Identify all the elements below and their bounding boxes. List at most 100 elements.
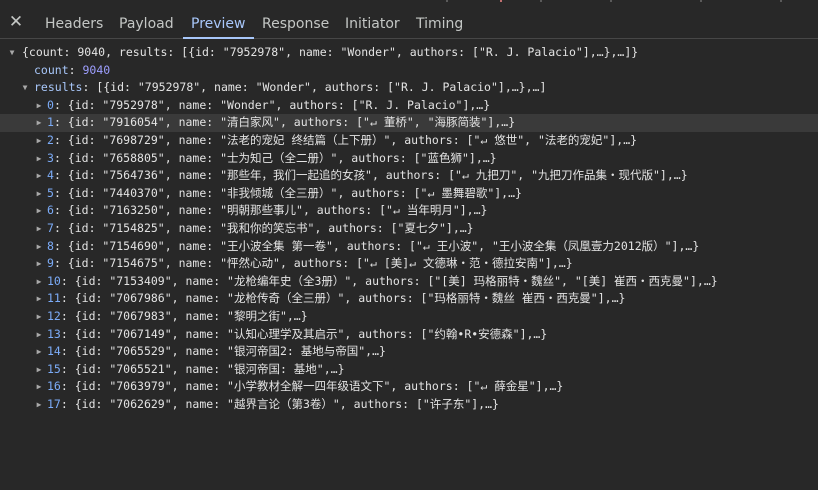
result-item-index: 14 — [47, 344, 61, 359]
expand-right-icon[interactable]: ▶ — [34, 255, 44, 273]
tab-payload[interactable]: Payload — [119, 8, 174, 38]
result-item-summary: {id: "7065521", name: "银河帝国: 基地",…} — [74, 361, 345, 376]
result-item-index: 11 — [47, 291, 61, 306]
expand-right-icon[interactable]: ▶ — [34, 308, 44, 326]
expand-right-icon[interactable]: ▶ — [34, 361, 44, 379]
expand-right-icon[interactable]: ▶ — [34, 114, 44, 132]
result-item-index: 9 — [47, 256, 54, 271]
expand-down-icon[interactable]: ▼ — [7, 44, 17, 62]
result-item-summary: {id: "7063979", name: "小学教材全解一四年级语文下", a… — [74, 379, 564, 394]
tab-response[interactable]: Response — [262, 8, 329, 38]
results-summary: [{id: "7952978", name: "Wonder", authors… — [96, 80, 547, 95]
result-item-summary: {id: "7062629", name: "越界言论（第3卷）", autho… — [74, 396, 499, 411]
expand-right-icon[interactable]: ▶ — [34, 202, 44, 220]
result-item-summary: {id: "7067986", name: "龙枪传奇（全三册）", autho… — [74, 291, 626, 306]
count-key: count — [34, 62, 69, 77]
result-item-row[interactable]: ▶ 17: {id: "7062629", name: "越界言论（第3卷）", … — [0, 396, 818, 414]
colon-separator: : — [53, 132, 68, 147]
result-item-summary: {id: "7658805", name: "士为知己（全二册）", autho… — [67, 150, 497, 165]
result-item-row[interactable]: ▶ 16: {id: "7063979", name: "小学教材全解一四年级语文… — [0, 378, 818, 396]
expand-right-icon[interactable]: ▶ — [34, 132, 44, 150]
result-item-row[interactable]: ▶ 9: {id: "7154675", name: "怦然心动", author… — [0, 255, 818, 273]
result-item-index: 8 — [47, 238, 54, 253]
tab-timing[interactable]: Timing — [416, 8, 463, 38]
result-item-row[interactable]: ▶ 15: {id: "7065521", name: "银河帝国: 基地",…} — [0, 361, 818, 379]
result-item-index: 1 — [47, 115, 54, 130]
result-item-row[interactable]: ▶ 6: {id: "7163250", name: "明朝那些事儿", auth… — [0, 202, 818, 220]
expand-right-icon[interactable]: ▶ — [34, 396, 44, 414]
colon-separator: : — [53, 256, 68, 271]
tab-initiator[interactable]: Initiator — [345, 8, 400, 38]
colon-separator: : — [60, 291, 75, 306]
result-item-index: 13 — [47, 326, 61, 341]
result-item-index: 12 — [47, 308, 61, 323]
tab-preview[interactable]: Preview — [183, 8, 253, 39]
colon-separator: : — [53, 150, 68, 165]
count-value: 9040 — [82, 62, 111, 77]
result-item-index: 16 — [47, 379, 61, 394]
result-item-summary: {id: "7067983", name: "黎明之街",…} — [74, 308, 308, 323]
result-item-summary: {id: "7067149", name: "认知心理学及其启示", autho… — [74, 326, 548, 341]
expand-right-icon[interactable]: ▶ — [34, 220, 44, 238]
expand-right-icon[interactable]: ▶ — [34, 150, 44, 168]
expand-right-icon[interactable]: ▶ — [34, 238, 44, 256]
expand-right-icon[interactable]: ▶ — [34, 273, 44, 291]
expand-right-icon[interactable]: ▶ — [34, 326, 44, 344]
colon-separator: : — [60, 273, 75, 288]
colon-separator: : — [60, 326, 75, 341]
colon-separator: : — [53, 115, 68, 130]
close-icon[interactable]: ✕ — [6, 11, 26, 33]
expand-down-icon[interactable]: ▼ — [20, 79, 30, 97]
result-item-index: 6 — [47, 203, 54, 218]
result-item-row[interactable]: ▶ 8: {id: "7154690", name: "王小波全集 第一卷", a… — [0, 238, 818, 256]
result-item-row[interactable]: ▶ 5: {id: "7440370", name: "非我倾城（全三册）", a… — [0, 185, 818, 203]
top-edge-strip — [0, 0, 818, 8]
result-item-index: 7 — [47, 220, 54, 235]
expand-right-icon[interactable]: ▶ — [34, 167, 44, 185]
result-item-summary: {id: "7065529", name: "银河帝国2: 基地与帝国",…} — [74, 344, 386, 359]
result-item-row[interactable]: ▶ 2: {id: "7698729", name: "法老的宠妃 终结篇（上下册… — [0, 132, 818, 150]
devtools-tab-bar: ✕ Headers Payload Preview Response Initi… — [0, 8, 818, 39]
result-item-summary: {id: "7916054", name: "清白家风", authors: [… — [67, 115, 516, 130]
colon-separator: : — [60, 379, 75, 394]
result-item-row[interactable]: ▶ 10: {id: "7153409", name: "龙枪编年史（全3册）",… — [0, 273, 818, 291]
result-item-row[interactable]: ▶ 11: {id: "7067986", name: "龙枪传奇（全三册）", … — [0, 290, 818, 308]
result-item-row[interactable]: ▶ 3: {id: "7658805", name: "士为知己（全二册）", a… — [0, 150, 818, 168]
result-item-summary: {id: "7952978", name: "Wonder", authors:… — [67, 97, 491, 112]
result-item-row[interactable]: ▶ 7: {id: "7154825", name: "我和你的笑忘书", aut… — [0, 220, 818, 238]
result-item-row[interactable]: ▶ 1: {id: "7916054", name: "清白家风", author… — [0, 114, 818, 132]
count-row: count: 9040 — [34, 62, 111, 77]
result-item-index: 10 — [47, 273, 61, 288]
expand-right-icon[interactable]: ▶ — [34, 97, 44, 115]
result-item-summary: {id: "7154675", name: "怦然心动", authors: [… — [67, 256, 573, 271]
result-item-summary: {id: "7440370", name: "非我倾城（全三册）", autho… — [67, 185, 522, 200]
colon-separator: : — [53, 168, 68, 183]
result-item-index: 17 — [47, 396, 61, 411]
result-item-summary: {id: "7154825", name: "我和你的笑忘书", authors… — [67, 220, 474, 235]
root-summary: {count: 9040, results: [{id: "7952978", … — [22, 45, 639, 59]
colon-separator: : — [53, 220, 68, 235]
result-item-row[interactable]: ▶ 14: {id: "7065529", name: "银河帝国2: 基地与帝国… — [0, 343, 818, 361]
result-item-row[interactable]: ▶ 0: {id: "7952978", name: "Wonder", auth… — [0, 97, 818, 115]
colon-separator: : — [60, 344, 75, 359]
results-row[interactable]: ▼ results: [{id: "7952978", name: "Wonde… — [0, 79, 818, 97]
json-preview-tree: ▼ {count: 9040, results: [{id: "7952978"… — [0, 44, 818, 413]
result-item-summary: {id: "7154690", name: "王小波全集 第一卷", autho… — [67, 238, 700, 253]
result-item-row[interactable]: ▶ 4: {id: "7564736", name: "那些年，我们一起追的女孩"… — [0, 167, 818, 185]
expand-right-icon[interactable]: ▶ — [34, 343, 44, 361]
expand-right-icon[interactable]: ▶ — [34, 290, 44, 308]
root-object-row[interactable]: ▼ {count: 9040, results: [{id: "7952978"… — [0, 44, 818, 62]
expand-right-icon[interactable]: ▶ — [34, 185, 44, 203]
result-item-index: 2 — [47, 132, 54, 147]
colon-separator: : — [53, 185, 68, 200]
result-item-row[interactable]: ▶ 12: {id: "7067983", name: "黎明之街",…} — [0, 308, 818, 326]
colon-separator: : — [53, 238, 68, 253]
result-item-summary: {id: "7153409", name: "龙枪编年史（全3册）", auth… — [74, 273, 718, 288]
result-item-index: 3 — [47, 150, 54, 165]
colon-separator: : — [53, 97, 68, 112]
expand-right-icon[interactable]: ▶ — [34, 378, 44, 396]
colon-separator: : — [60, 396, 75, 411]
tab-headers[interactable]: Headers — [45, 8, 103, 38]
result-item-row[interactable]: ▶ 13: {id: "7067149", name: "认知心理学及其启示", … — [0, 326, 818, 344]
result-item-summary: {id: "7564736", name: "那些年，我们一起追的女孩", au… — [67, 168, 688, 183]
